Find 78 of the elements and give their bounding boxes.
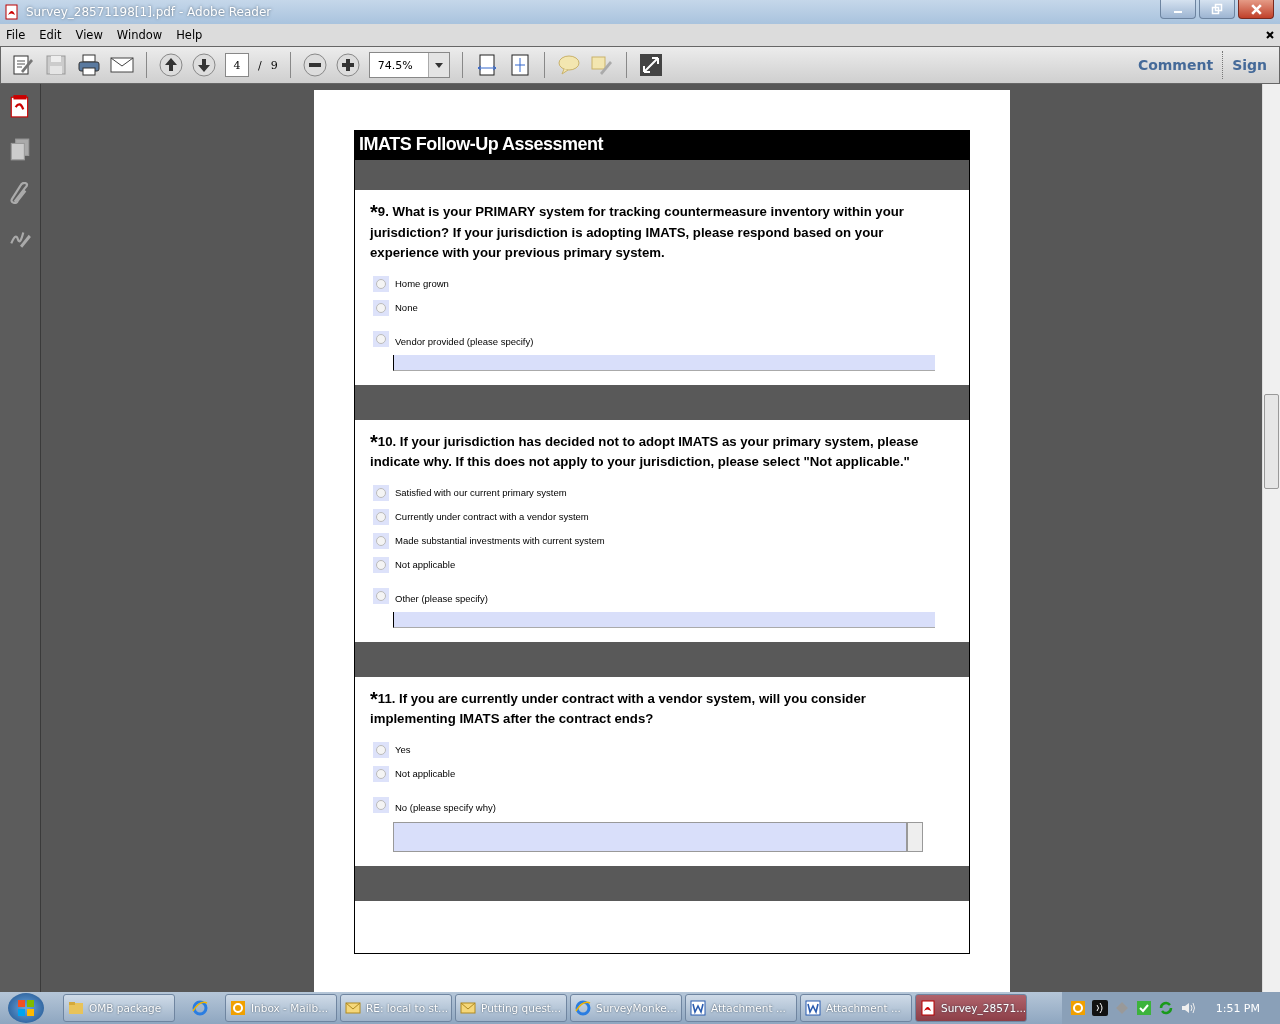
window-title: Survey_28571198[1].pdf - Adobe Reader: [26, 5, 272, 19]
survey-header: IMATS Follow-Up Assessment: [355, 131, 969, 160]
folder-icon: [68, 1000, 84, 1016]
radio-button[interactable]: [373, 765, 389, 782]
menu-item[interactable]: Edit: [37, 28, 64, 42]
menu-item[interactable]: File: [4, 28, 28, 42]
option-label: Home grown: [395, 278, 449, 289]
radio-button[interactable]: [373, 484, 389, 501]
full-screen-icon[interactable]: [638, 53, 663, 77]
radio-button[interactable]: [373, 796, 389, 813]
word-document-icon: [690, 1000, 706, 1016]
pages-icon[interactable]: [9, 138, 31, 162]
radio-button[interactable]: [373, 556, 389, 573]
option-label: Currently under contract with a vendor system: [395, 511, 589, 522]
save-icon[interactable]: [44, 53, 68, 77]
task-pane-button[interactable]: Comment: [1137, 57, 1214, 73]
radio-button[interactable]: [373, 587, 389, 604]
option-label: Yes: [395, 744, 411, 755]
option-label: Other (please specify): [395, 592, 488, 604]
scrollbar[interactable]: [907, 821, 923, 852]
option-label: None: [395, 302, 418, 313]
close-button[interactable]: [1238, 0, 1274, 19]
radio-button[interactable]: [373, 532, 389, 549]
word-document-icon: [805, 1000, 821, 1016]
edit-document-icon[interactable]: [11, 53, 35, 77]
paperclip-icon[interactable]: [9, 182, 31, 206]
minimize-icon: [1174, 11, 1182, 13]
task-pane-button[interactable]: Sign: [1232, 57, 1267, 73]
pdf-file-icon: [4, 4, 20, 20]
text-input-field[interactable]: [393, 611, 935, 628]
restore-button[interactable]: [1199, 0, 1235, 19]
comment-text-area[interactable]: [393, 821, 907, 852]
radio-button[interactable]: [373, 741, 389, 758]
option-label: Made substantial investments with current system: [395, 535, 605, 546]
page-separator: /: [258, 58, 262, 72]
menu-item[interactable]: View: [73, 28, 105, 42]
pdf-file-icon: [920, 1000, 936, 1016]
option-label: Not applicable: [395, 768, 456, 779]
envelope-icon: [460, 1000, 476, 1016]
clock[interactable]: 1:51 PM: [1215, 1001, 1260, 1015]
start-button[interactable]: [8, 993, 44, 1023]
caret-icon: [434, 62, 443, 68]
browser-icon: [192, 1000, 208, 1016]
restore-icon: [1211, 3, 1223, 15]
zoom-out-icon[interactable]: [302, 53, 327, 77]
windows-logo-icon: [16, 998, 36, 1018]
radio-button[interactable]: [373, 330, 389, 347]
browser-icon: [575, 1000, 591, 1016]
menu-item[interactable]: Help: [174, 28, 205, 42]
option-label: Vendor provided (please specify): [395, 335, 534, 347]
speaker-icon[interactable]: [1179, 1000, 1196, 1016]
radio-button[interactable]: [373, 299, 389, 316]
menu-item[interactable]: Window: [114, 28, 165, 42]
option-label: No (please specify why): [395, 801, 496, 813]
text-input-field[interactable]: [393, 354, 935, 371]
pdf-pages-icon[interactable]: [9, 94, 31, 118]
office-icon[interactable]: [1069, 1000, 1086, 1016]
radio-button[interactable]: [373, 508, 389, 525]
checkmark-icon[interactable]: [1135, 1000, 1152, 1016]
page-number-field[interactable]: 4: [225, 53, 249, 77]
radio-button[interactable]: [373, 275, 389, 292]
minimize-button[interactable]: [1160, 0, 1196, 19]
option-label: Not applicable: [395, 559, 456, 570]
highlight-text-icon[interactable]: [589, 53, 614, 77]
print-icon[interactable]: [77, 53, 101, 77]
vertical-scrollbar[interactable]: [1262, 84, 1280, 992]
mail-app-icon: [230, 1000, 246, 1016]
taskbar-button[interactable]: Survey_28571...: [915, 994, 1027, 1022]
sync-icon[interactable]: [1157, 1000, 1174, 1016]
zoom-dropdown[interactable]: 74.5%: [368, 52, 450, 78]
close-icon[interactable]: [1265, 30, 1275, 40]
close-icon: [1249, 2, 1263, 16]
zoom-in-icon[interactable]: [335, 53, 360, 77]
page-count: 9: [270, 58, 278, 72]
comment-icon[interactable]: [556, 53, 581, 77]
envelope-icon: [345, 1000, 361, 1016]
signal-waves-icon[interactable]: [1091, 1000, 1108, 1016]
option-label: Satisfied with our current primary system: [395, 487, 567, 498]
